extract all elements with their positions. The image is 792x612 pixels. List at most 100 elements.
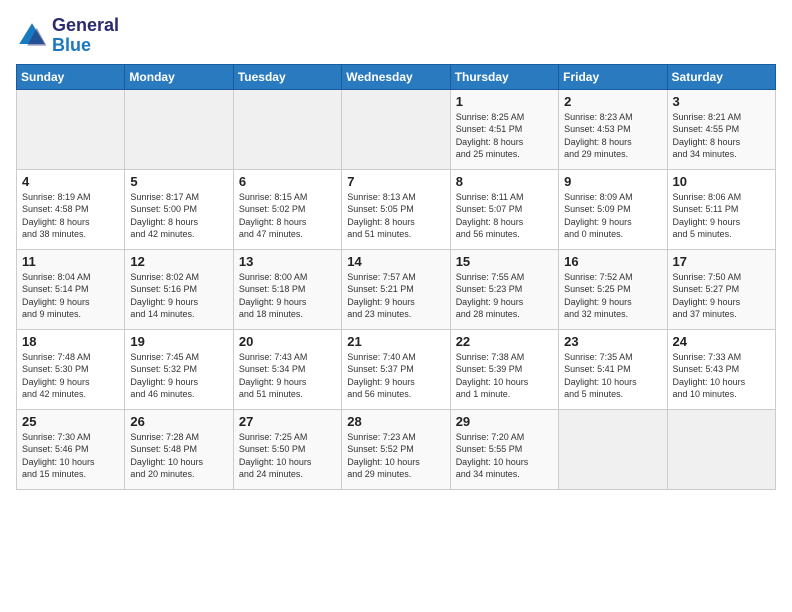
- calendar-table: SundayMondayTuesdayWednesdayThursdayFrid…: [16, 64, 776, 490]
- calendar-cell: 17 Sunrise: 7:50 AMSunset: 5:27 PMDayligh…: [667, 249, 775, 329]
- day-number: 17: [673, 254, 770, 269]
- calendar-cell: 6 Sunrise: 8:15 AMSunset: 5:02 PMDaylight…: [233, 169, 341, 249]
- day-info: Sunrise: 7:52 AMSunset: 5:25 PMDaylight:…: [564, 271, 661, 321]
- day-number: 19: [130, 334, 227, 349]
- calendar-week-row: 18 Sunrise: 7:48 AMSunset: 5:30 PMDayligh…: [17, 329, 776, 409]
- day-number: 22: [456, 334, 553, 349]
- day-info: Sunrise: 7:45 AMSunset: 5:32 PMDaylight:…: [130, 351, 227, 401]
- day-info: Sunrise: 7:25 AMSunset: 5:50 PMDaylight:…: [239, 431, 336, 481]
- day-number: 4: [22, 174, 119, 189]
- calendar-cell: 15 Sunrise: 7:55 AMSunset: 5:23 PMDayligh…: [450, 249, 558, 329]
- day-number: 24: [673, 334, 770, 349]
- day-info: Sunrise: 7:43 AMSunset: 5:34 PMDaylight:…: [239, 351, 336, 401]
- day-info: Sunrise: 7:33 AMSunset: 5:43 PMDaylight:…: [673, 351, 770, 401]
- day-info: Sunrise: 8:06 AMSunset: 5:11 PMDaylight:…: [673, 191, 770, 241]
- day-header-monday: Monday: [125, 64, 233, 89]
- day-number: 29: [456, 414, 553, 429]
- calendar-week-row: 1 Sunrise: 8:25 AMSunset: 4:51 PMDaylight…: [17, 89, 776, 169]
- day-info: Sunrise: 7:48 AMSunset: 5:30 PMDaylight:…: [22, 351, 119, 401]
- calendar-cell: 2 Sunrise: 8:23 AMSunset: 4:53 PMDaylight…: [559, 89, 667, 169]
- day-header-sunday: Sunday: [17, 64, 125, 89]
- day-number: 18: [22, 334, 119, 349]
- day-info: Sunrise: 7:40 AMSunset: 5:37 PMDaylight:…: [347, 351, 444, 401]
- calendar-cell: 13 Sunrise: 8:00 AMSunset: 5:18 PMDayligh…: [233, 249, 341, 329]
- calendar-cell: 12Sunrise: 8:02 AMSunset: 5:16 PMDayligh…: [125, 249, 233, 329]
- calendar-cell: 23 Sunrise: 7:35 AMSunset: 5:41 PMDayligh…: [559, 329, 667, 409]
- day-number: 9: [564, 174, 661, 189]
- calendar-cell: 29 Sunrise: 7:20 AMSunset: 5:55 PMDayligh…: [450, 409, 558, 489]
- day-number: 13: [239, 254, 336, 269]
- day-info: Sunrise: 7:35 AMSunset: 5:41 PMDaylight:…: [564, 351, 661, 401]
- calendar-cell: 21 Sunrise: 7:40 AMSunset: 5:37 PMDayligh…: [342, 329, 450, 409]
- calendar-header-row: SundayMondayTuesdayWednesdayThursdayFrid…: [17, 64, 776, 89]
- calendar-cell: 8 Sunrise: 8:11 AMSunset: 5:07 PMDaylight…: [450, 169, 558, 249]
- day-info: Sunrise: 7:38 AMSunset: 5:39 PMDaylight:…: [456, 351, 553, 401]
- day-info: Sunrise: 7:57 AMSunset: 5:21 PMDaylight:…: [347, 271, 444, 321]
- calendar-cell: 20Sunrise: 7:43 AMSunset: 5:34 PMDayligh…: [233, 329, 341, 409]
- day-info: Sunrise: 7:30 AMSunset: 5:46 PMDaylight:…: [22, 431, 119, 481]
- day-number: 2: [564, 94, 661, 109]
- day-number: 21: [347, 334, 444, 349]
- day-info: Sunrise: 8:13 AMSunset: 5:05 PMDaylight:…: [347, 191, 444, 241]
- calendar-cell: 27 Sunrise: 7:25 AMSunset: 5:50 PMDayligh…: [233, 409, 341, 489]
- day-number: 10: [673, 174, 770, 189]
- day-number: 7: [347, 174, 444, 189]
- calendar-cell: [667, 409, 775, 489]
- day-info: Sunrise: 7:20 AMSunset: 5:55 PMDaylight:…: [456, 431, 553, 481]
- day-number: 11: [22, 254, 119, 269]
- day-info: Sunrise: 8:17 AMSunset: 5:00 PMDaylight:…: [130, 191, 227, 241]
- day-number: 15: [456, 254, 553, 269]
- day-number: 23: [564, 334, 661, 349]
- day-number: 14: [347, 254, 444, 269]
- calendar-cell: 14 Sunrise: 7:57 AMSunset: 5:21 PMDayligh…: [342, 249, 450, 329]
- day-info: Sunrise: 7:50 AMSunset: 5:27 PMDaylight:…: [673, 271, 770, 321]
- calendar-cell: 28Sunrise: 7:23 AMSunset: 5:52 PMDayligh…: [342, 409, 450, 489]
- day-number: 1: [456, 94, 553, 109]
- day-info: Sunrise: 8:04 AMSunset: 5:14 PMDaylight:…: [22, 271, 119, 321]
- header: General Blue: [16, 16, 776, 56]
- calendar-cell: 26 Sunrise: 7:28 AMSunset: 5:48 PMDayligh…: [125, 409, 233, 489]
- calendar-cell: 4 Sunrise: 8:19 AMSunset: 4:58 PMDaylight…: [17, 169, 125, 249]
- calendar-cell: 9 Sunrise: 8:09 AMSunset: 5:09 PMDaylight…: [559, 169, 667, 249]
- day-number: 5: [130, 174, 227, 189]
- day-number: 27: [239, 414, 336, 429]
- calendar-cell: 3 Sunrise: 8:21 AMSunset: 4:55 PMDaylight…: [667, 89, 775, 169]
- calendar-cell: 18 Sunrise: 7:48 AMSunset: 5:30 PMDayligh…: [17, 329, 125, 409]
- day-number: 3: [673, 94, 770, 109]
- calendar-cell: 16 Sunrise: 7:52 AMSunset: 5:25 PMDayligh…: [559, 249, 667, 329]
- calendar-cell: 19 Sunrise: 7:45 AMSunset: 5:32 PMDayligh…: [125, 329, 233, 409]
- logo: General Blue: [16, 16, 119, 56]
- day-info: Sunrise: 8:02 AMSunset: 5:16 PMDaylight:…: [130, 271, 227, 321]
- calendar-cell: [125, 89, 233, 169]
- day-number: 6: [239, 174, 336, 189]
- day-info: Sunrise: 8:21 AMSunset: 4:55 PMDaylight:…: [673, 111, 770, 161]
- day-info: Sunrise: 7:55 AMSunset: 5:23 PMDaylight:…: [456, 271, 553, 321]
- day-number: 16: [564, 254, 661, 269]
- calendar-cell: 5 Sunrise: 8:17 AMSunset: 5:00 PMDaylight…: [125, 169, 233, 249]
- calendar-week-row: 11 Sunrise: 8:04 AMSunset: 5:14 PMDayligh…: [17, 249, 776, 329]
- day-info: Sunrise: 8:11 AMSunset: 5:07 PMDaylight:…: [456, 191, 553, 241]
- calendar-cell: 1 Sunrise: 8:25 AMSunset: 4:51 PMDaylight…: [450, 89, 558, 169]
- day-info: Sunrise: 8:19 AMSunset: 4:58 PMDaylight:…: [22, 191, 119, 241]
- calendar-cell: [559, 409, 667, 489]
- day-info: Sunrise: 7:28 AMSunset: 5:48 PMDaylight:…: [130, 431, 227, 481]
- day-number: 25: [22, 414, 119, 429]
- day-header-tuesday: Tuesday: [233, 64, 341, 89]
- logo-text: General Blue: [52, 16, 119, 56]
- calendar-cell: [233, 89, 341, 169]
- calendar-cell: 22 Sunrise: 7:38 AMSunset: 5:39 PMDayligh…: [450, 329, 558, 409]
- calendar-cell: [17, 89, 125, 169]
- day-info: Sunrise: 8:00 AMSunset: 5:18 PMDaylight:…: [239, 271, 336, 321]
- calendar-cell: 7 Sunrise: 8:13 AMSunset: 5:05 PMDaylight…: [342, 169, 450, 249]
- calendar-week-row: 25 Sunrise: 7:30 AMSunset: 5:46 PMDayligh…: [17, 409, 776, 489]
- calendar-cell: 25 Sunrise: 7:30 AMSunset: 5:46 PMDayligh…: [17, 409, 125, 489]
- day-number: 8: [456, 174, 553, 189]
- day-info: Sunrise: 8:09 AMSunset: 5:09 PMDaylight:…: [564, 191, 661, 241]
- day-number: 26: [130, 414, 227, 429]
- day-info: Sunrise: 8:23 AMSunset: 4:53 PMDaylight:…: [564, 111, 661, 161]
- calendar-cell: 11 Sunrise: 8:04 AMSunset: 5:14 PMDayligh…: [17, 249, 125, 329]
- calendar-cell: [342, 89, 450, 169]
- day-info: Sunrise: 8:15 AMSunset: 5:02 PMDaylight:…: [239, 191, 336, 241]
- calendar-cell: 10 Sunrise: 8:06 AMSunset: 5:11 PMDayligh…: [667, 169, 775, 249]
- day-info: Sunrise: 8:25 AMSunset: 4:51 PMDaylight:…: [456, 111, 553, 161]
